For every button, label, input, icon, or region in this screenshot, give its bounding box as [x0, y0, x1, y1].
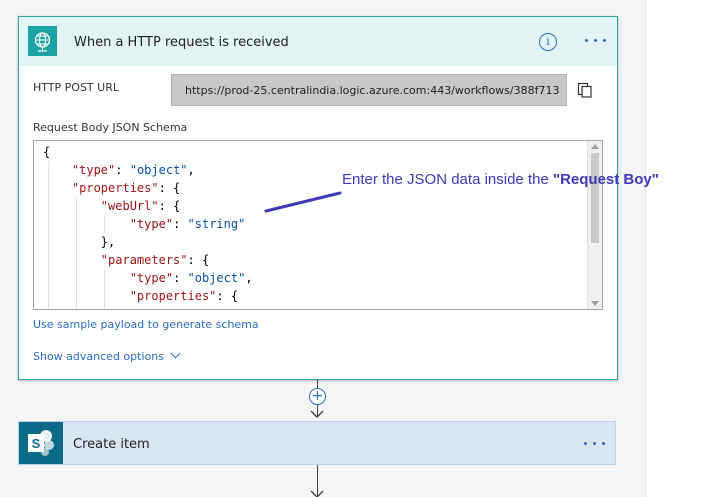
json-code: { "type": "object", "properties": { "web…: [43, 143, 253, 305]
connector-arrow-icon: [310, 410, 324, 418]
http-post-url-label: HTTP POST URL: [33, 81, 119, 94]
schema-label: Request Body JSON Schema: [33, 121, 188, 134]
json-key: "parameters": [100, 253, 188, 267]
json-value: "object": [187, 271, 246, 285]
json-key: "webUrl": [100, 199, 159, 213]
http-post-url-value: https://prod-25.centralindia.logic.azure…: [185, 84, 560, 97]
json-value: "string": [187, 217, 246, 231]
json-line: "webUrl": {: [100, 199, 181, 213]
json-line: "type": "string": [129, 217, 246, 231]
json-value: "object": [129, 163, 188, 177]
more-options-icon[interactable]: [581, 440, 609, 448]
json-schema-editor[interactable]: { "type": "object", "properties": { "web…: [33, 140, 603, 310]
connector-arrow-icon: [310, 490, 324, 497]
show-advanced-options-link[interactable]: Show advanced options: [33, 348, 181, 363]
scroll-up-icon[interactable]: [591, 144, 599, 149]
action-title: Create item: [73, 437, 150, 452]
json-line: "type": "object",: [129, 271, 253, 285]
http-trigger-card: When a HTTP request is received i HTTP P…: [18, 16, 618, 380]
trigger-title: When a HTTP request is received: [74, 35, 289, 50]
info-icon[interactable]: i: [539, 33, 557, 51]
json-key: "type": [129, 217, 174, 231]
json-key: "properties": [71, 181, 159, 195]
scroll-thumb[interactable]: [591, 153, 599, 243]
scroll-down-icon[interactable]: [591, 301, 599, 306]
trigger-card-header[interactable]: When a HTTP request is received i: [19, 17, 617, 66]
json-line: },: [100, 235, 116, 249]
annotation-text: Enter the JSON data inside the "Request …: [342, 171, 659, 188]
json-key: "type": [129, 271, 174, 285]
designer-canvas: When a HTTP request is received i HTTP P…: [0, 0, 646, 497]
chevron-down-icon: [170, 348, 181, 359]
annotation-emphasis: "Request Boy": [552, 171, 659, 188]
globe-request-icon: [28, 26, 57, 56]
json-key: "properties": [129, 289, 217, 303]
advanced-options-label: Show advanced options: [33, 350, 164, 363]
json-line: "properties": {: [71, 181, 181, 195]
more-options-icon[interactable]: [582, 37, 610, 45]
json-line: "parameters": {: [100, 253, 210, 267]
json-line: {: [43, 145, 51, 159]
create-item-card[interactable]: S Create item: [18, 421, 616, 465]
json-line: "properties": {: [129, 289, 239, 303]
json-line: "type": "object",: [71, 163, 195, 177]
svg-text:S: S: [32, 436, 41, 451]
http-post-url-field[interactable]: https://prod-25.centralindia.logic.azure…: [171, 74, 567, 106]
connector-line: [317, 379, 318, 388]
copy-icon[interactable]: [577, 82, 593, 98]
vertical-scrollbar[interactable]: [587, 141, 602, 309]
add-step-button[interactable]: +: [309, 388, 326, 405]
json-key: "type": [71, 163, 116, 177]
sharepoint-icon: S: [19, 422, 63, 464]
annotation-main: Enter the JSON data inside the: [342, 171, 553, 188]
sample-payload-link[interactable]: Use sample payload to generate schema: [33, 318, 259, 331]
